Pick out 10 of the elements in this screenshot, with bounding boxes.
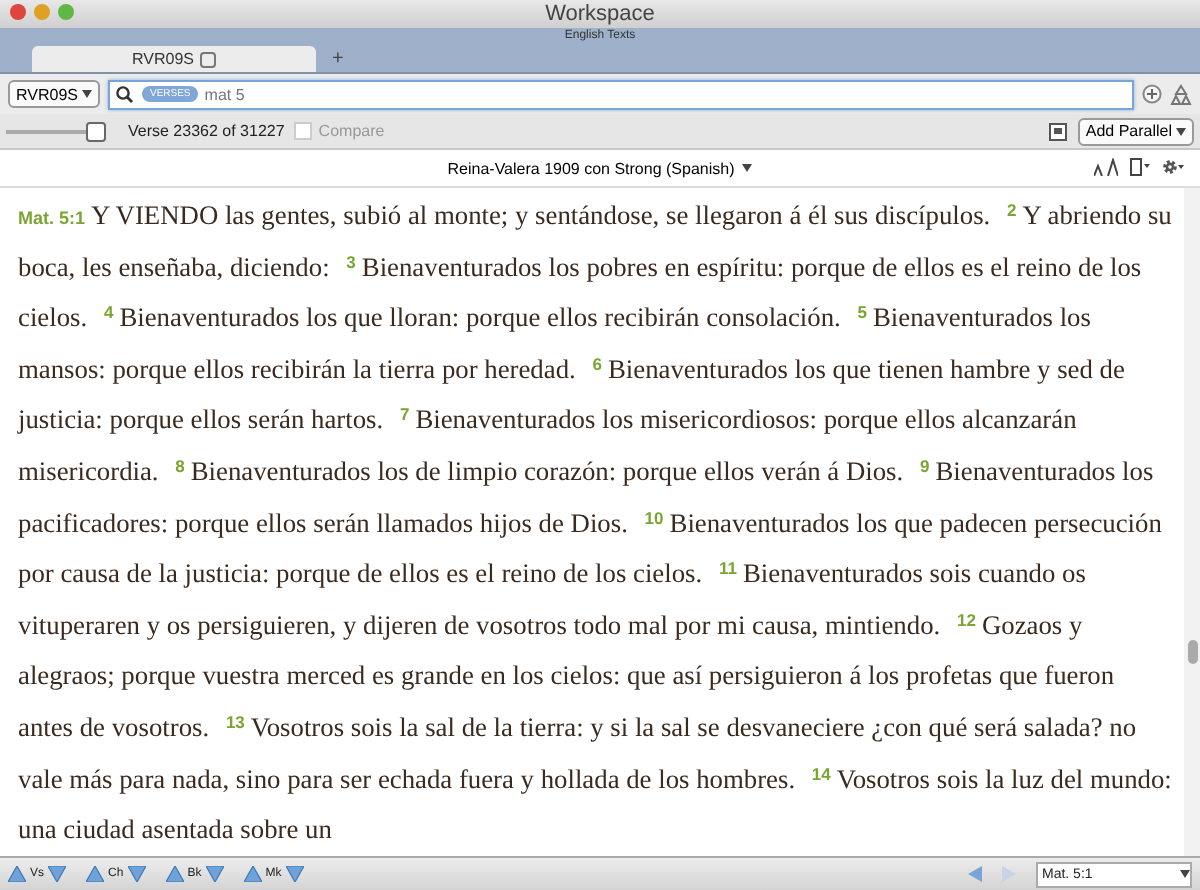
add-tab-button[interactable]: + (332, 48, 344, 72)
module-dropdown[interactable]: RVR09S (8, 80, 100, 108)
verse-position: Verse 23362 of 31227 (128, 122, 285, 140)
tab[interactable]: RVR09S (32, 46, 316, 72)
search-query[interactable]: mat 5 (204, 85, 245, 103)
version-title-dropdown[interactable]: Reina-Valera 1909 con Strong (Spanish) (447, 159, 753, 177)
scripture-passage: Mat. 5:1 Y VIENDO las gentes, subió al monte; y sentándose, se llegaron á él sus discípulos. $^{2}$ Y abriendo su boca, les enseñaba, diciendo: $^{3}$ Bienaventurados los pobres en espíritu: porque de ellos es el reino de los cielos. $^{4}$ Bienaventurados los que lloran: porque ellos recibirán consolación. $^{5}$ Bienaventurados los mansos: porque ellos recibirán la tierra por heredad. $^{6}$ Bienaventurados los que tienen hambre y sed de justicia: porque ellos serán hartos. $^{7}$ Bienaventurados los misericordiosos: porque ellos alcanzarán misericordia. $^{8}$ Bienaventurados los de limpio corazón: porque ellos verán á Dios. $^{9}$ Bienaventurados los pacificadores: porque ellos serán llamados hijos de Dios. $^{10}$ Bienaventurados los que padecen persecución por causa de la justicia: porque de ellos es el reino de los cielos. $^{11}$ Bienaventurados sois cuando os vituperaren y os persiguieren, y dijeren de vosotros todo mal por mi causa, mintiendo. $^{12}$ Gozaos y alegraos; porque vuestra merced es grande en los cielos: que así persiguieron á los profetas que fueron antes de vosotros. $^{13}$ Vosotros sois la sal de la tierra: y si la sal se desvaneciere ¿con qué será salada? no vale más para nada, sino para ser echada fuera y hollada de los hombres. $^{14}$ Vosotros sois la luz del mundo: una ciudad asentada sobre un (15, 198, 1174, 849)
window-title: Workspace (545, 2, 655, 26)
add-parallel-dropdown[interactable]: Add Parallel (1077, 117, 1194, 145)
compare-label: Compare (318, 122, 385, 140)
